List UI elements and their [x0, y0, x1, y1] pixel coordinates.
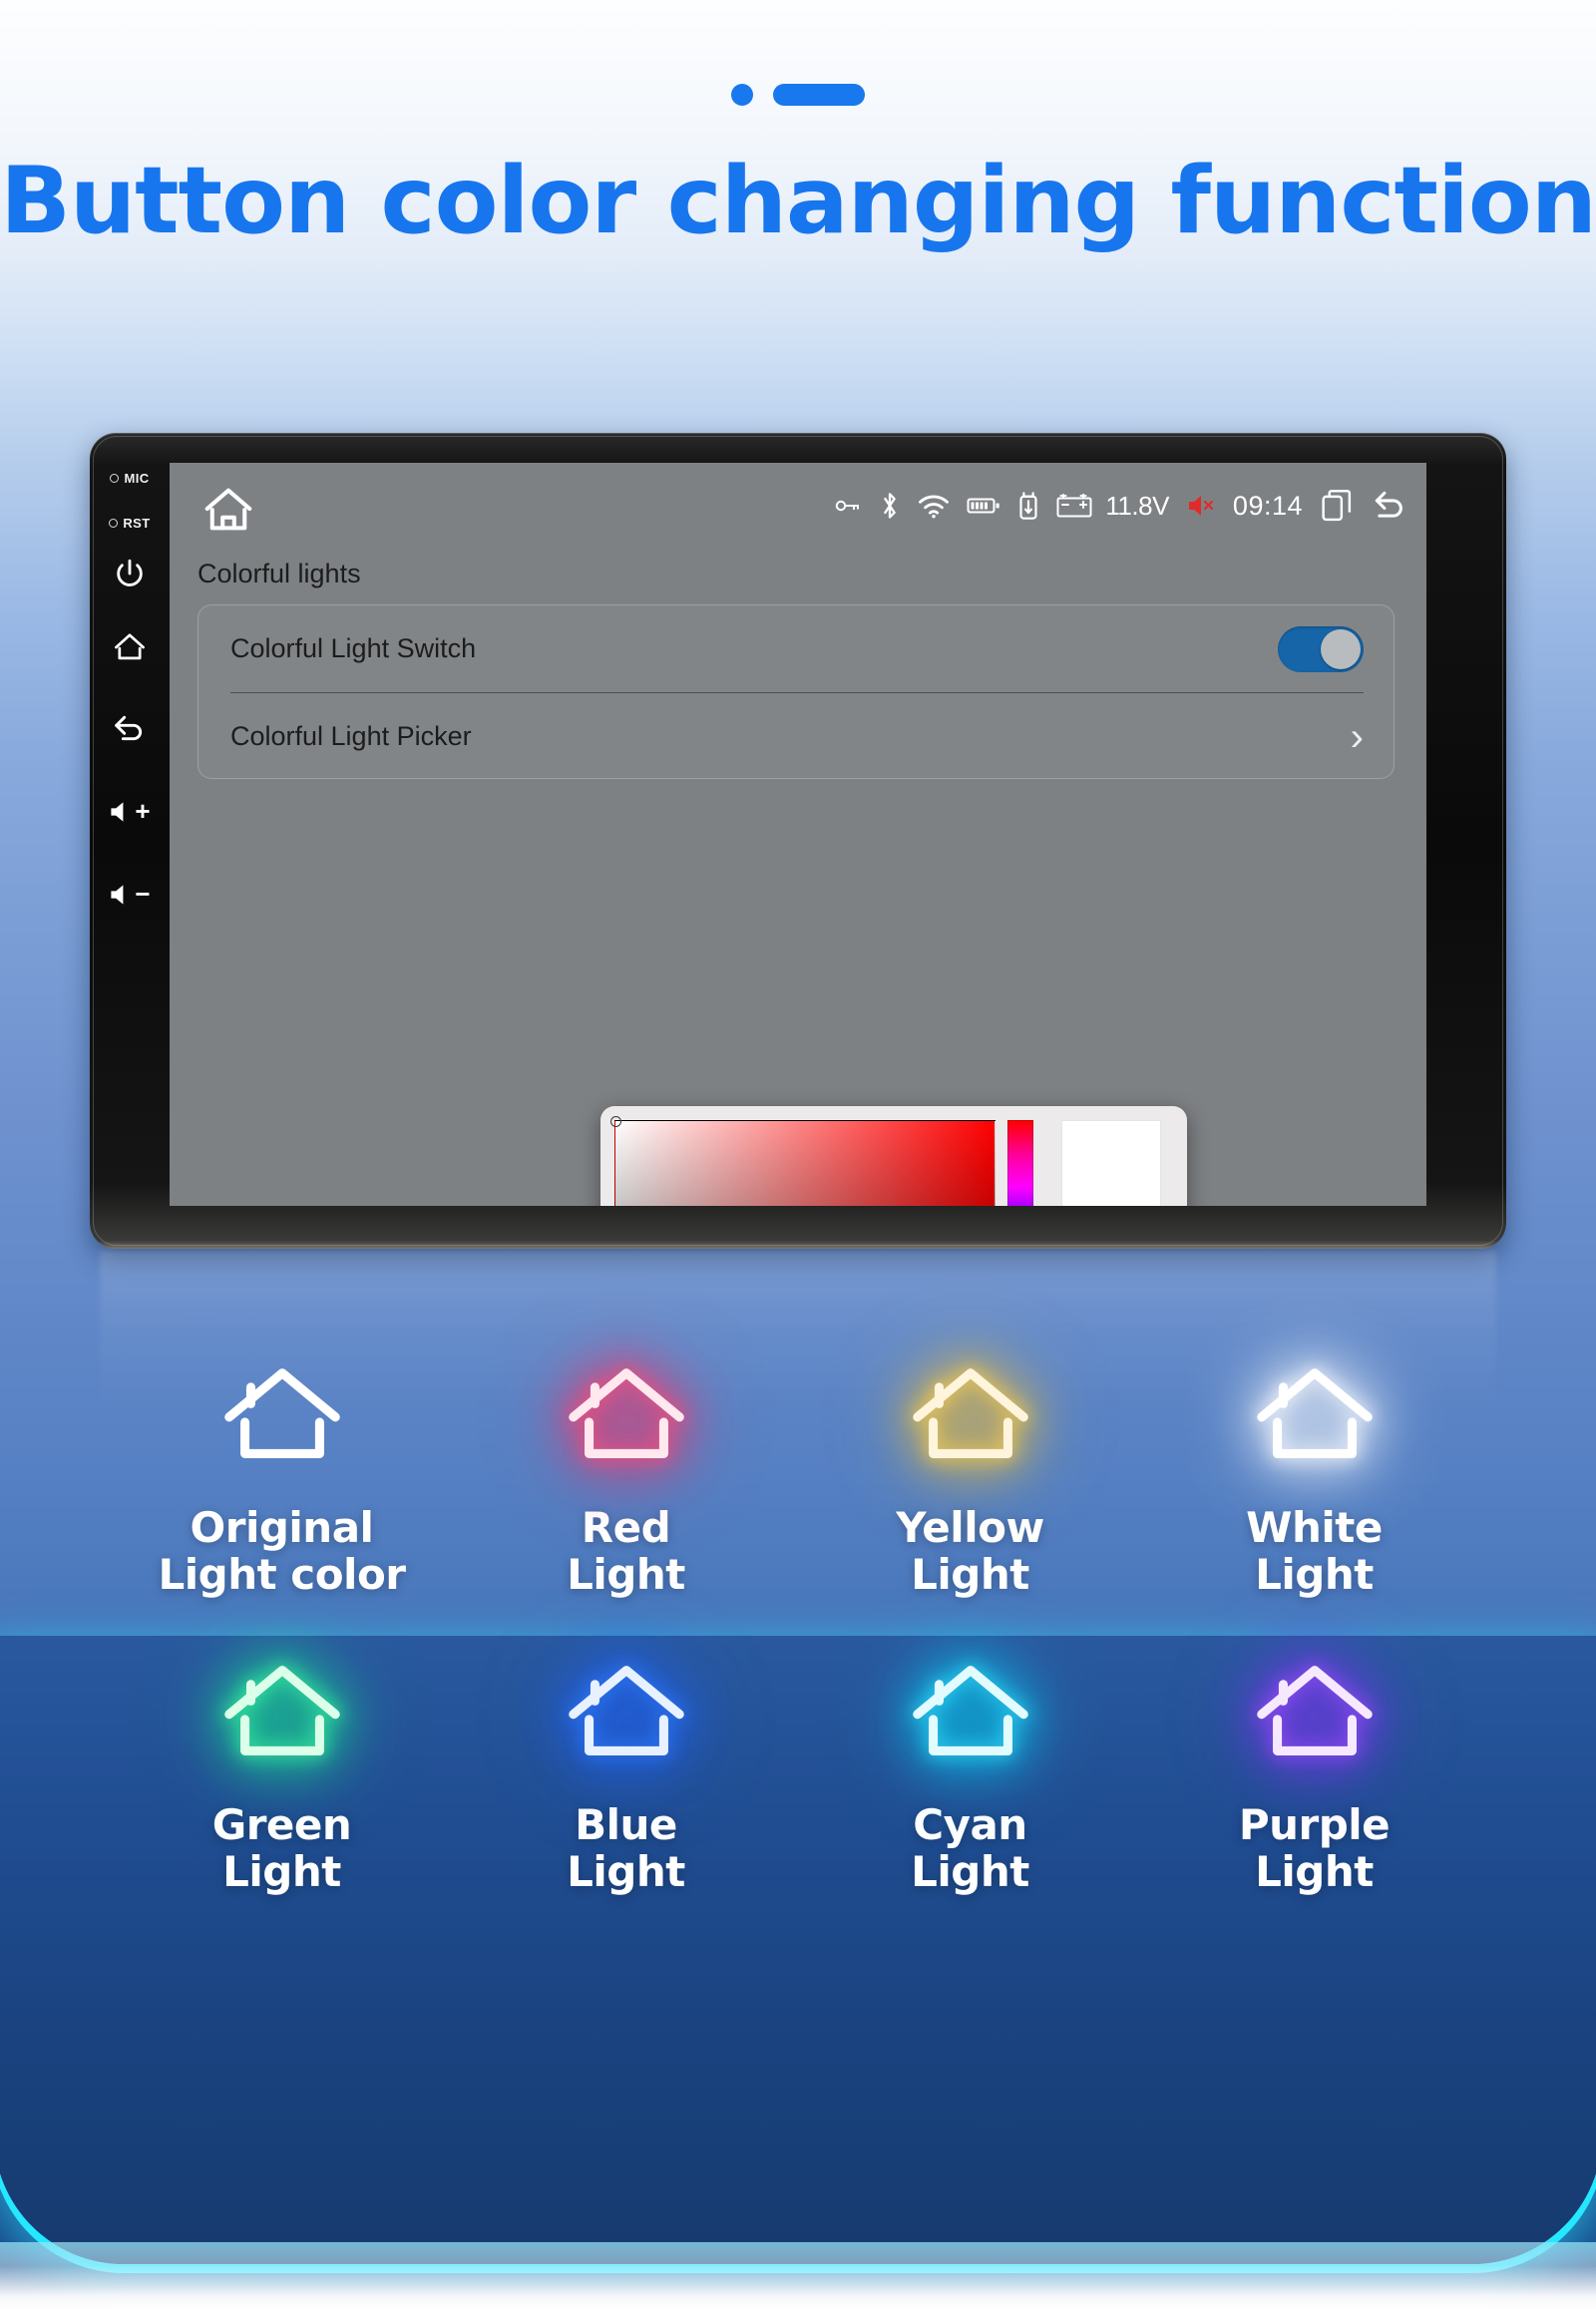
- label-line1: Purple: [1238, 1800, 1391, 1850]
- bottom-fade: [0, 2242, 1596, 2309]
- label-line1: Green: [211, 1800, 352, 1850]
- toggle-knob: [1321, 628, 1361, 669]
- label-line2: Light: [911, 1847, 1029, 1897]
- volume-up-icon: +: [109, 796, 151, 827]
- back-button[interactable]: [90, 712, 170, 744]
- usb-icon: [1017, 491, 1039, 521]
- label-line1: Cyan: [913, 1800, 1027, 1850]
- key-icon: [834, 496, 862, 516]
- power-icon: [117, 559, 143, 586]
- light-option-label: Green Light: [212, 1801, 352, 1895]
- battery-icon: [967, 496, 1000, 516]
- status-bar: 11.8V 09:14: [170, 463, 1426, 549]
- label-line1: Blue: [575, 1800, 677, 1850]
- label-line2: Light: [911, 1550, 1029, 1600]
- light-option-yellow[interactable]: Yellow Light: [798, 1356, 1142, 1598]
- volume-up-button[interactable]: +: [90, 796, 170, 827]
- light-option-red[interactable]: Red Light: [454, 1356, 798, 1598]
- light-option-label: Blue Light: [567, 1801, 685, 1895]
- color-preview-swatch: [1061, 1120, 1161, 1206]
- home-icon: [204, 488, 252, 531]
- label-line2: Light: [567, 1847, 685, 1897]
- mic-indicator: MIC: [110, 471, 149, 486]
- label-line2: Light: [222, 1847, 341, 1897]
- light-option-label: Purple Light: [1238, 1800, 1391, 1897]
- light-option-cyan[interactable]: Cyan Light: [798, 1654, 1142, 1895]
- clock: 09:14: [1232, 490, 1303, 521]
- status-bar-icons: 11.8V 09:14: [834, 463, 1408, 549]
- app-home-button[interactable]: [200, 483, 257, 541]
- house-icon-red: [552, 1356, 701, 1476]
- reset-led-icon: [109, 519, 119, 528]
- sv-cursor-handle[interactable]: [610, 1116, 621, 1127]
- volume-down-icon: −: [109, 879, 151, 910]
- house-icon-original: [207, 1356, 357, 1476]
- label-line2: Light: [567, 1550, 685, 1600]
- home-icon: [115, 633, 145, 660]
- reset-indicator[interactable]: RST: [109, 516, 150, 531]
- bluetooth-icon: [879, 491, 901, 521]
- light-option-green[interactable]: Green Light: [110, 1654, 454, 1895]
- hue-slider[interactable]: [1007, 1120, 1034, 1206]
- light-option-label: Yellow Light: [896, 1504, 1044, 1598]
- label-line1: Red: [581, 1503, 671, 1552]
- section-title: Colorful lights: [198, 559, 361, 588]
- light-color-grid: Original Light color Red Light Yellow Li…: [110, 1356, 1486, 1895]
- recent-apps-icon[interactable]: [1320, 489, 1354, 523]
- house-icon-white: [1240, 1356, 1390, 1476]
- settings-row-light-switch[interactable]: Colorful Light Switch: [199, 605, 1396, 692]
- light-option-label: Original Light color: [158, 1503, 406, 1600]
- colorful-light-switch-toggle[interactable]: [1278, 625, 1364, 672]
- back-arrow-icon[interactable]: [1371, 489, 1408, 523]
- light-option-original[interactable]: Original Light color: [110, 1356, 454, 1598]
- car-battery-icon: [1056, 494, 1092, 518]
- battery-voltage: 11.8V: [1105, 490, 1169, 521]
- mic-led-icon: [110, 474, 120, 483]
- dialog-right-panel: # FFFFFF Confirm Cancel: [1051, 1120, 1171, 1206]
- light-option-white[interactable]: White Light: [1142, 1356, 1486, 1598]
- light-option-purple[interactable]: Purple Light: [1142, 1654, 1486, 1895]
- home-button[interactable]: [90, 630, 170, 664]
- pill-indicator-icon: [773, 84, 865, 106]
- label-line2: Light color: [158, 1550, 406, 1600]
- page-title: Button color changing function: [0, 147, 1596, 254]
- device-left-bezel: MIC RST + −: [90, 433, 170, 1249]
- header-decoration: [0, 82, 1596, 108]
- settings-card: Colorful Light Switch Colorful Light Pic…: [198, 604, 1395, 779]
- car-head-unit-device: MIC RST + − 11.8V 09:14 Colorful lights …: [90, 433, 1506, 1249]
- row-label: Colorful Light Switch: [230, 633, 477, 663]
- house-icon-yellow: [896, 1356, 1045, 1476]
- device-screen: 11.8V 09:14 Colorful lights Colorful Lig…: [170, 463, 1426, 1206]
- settings-row-light-picker[interactable]: Colorful Light Picker ›: [199, 693, 1396, 780]
- house-icon-purple: [1240, 1654, 1390, 1773]
- label-line2: Light: [1255, 1550, 1374, 1600]
- reset-label: RST: [123, 516, 151, 531]
- label-line1: White: [1246, 1503, 1383, 1552]
- volume-mute-icon[interactable]: [1186, 493, 1216, 519]
- row-label: Colorful Light Picker: [230, 721, 472, 751]
- light-option-label: White Light: [1246, 1504, 1383, 1598]
- light-option-label: Cyan Light: [911, 1801, 1029, 1895]
- color-picker-dialog[interactable]: # FFFFFF Confirm Cancel: [600, 1106, 1187, 1206]
- back-arrow-icon: [115, 715, 143, 741]
- house-icon-green: [207, 1654, 357, 1773]
- volume-down-button[interactable]: −: [90, 879, 170, 910]
- hue-slider-column: [996, 1120, 1035, 1206]
- saturation-value-area[interactable]: [610, 1116, 997, 1206]
- label-line1: Original: [190, 1503, 374, 1552]
- house-icon-cyan: [896, 1654, 1045, 1773]
- volume-down-label: −: [135, 879, 151, 909]
- label-line2: Light: [1255, 1847, 1374, 1897]
- light-option-blue[interactable]: Blue Light: [454, 1654, 798, 1895]
- label-line1: Yellow: [896, 1503, 1044, 1552]
- chevron-right-icon: ›: [1350, 714, 1364, 759]
- mic-label: MIC: [124, 471, 150, 486]
- wifi-icon: [918, 493, 950, 519]
- volume-up-label: +: [135, 796, 151, 826]
- light-option-label: Red Light: [567, 1504, 685, 1598]
- dot-indicator-icon: [731, 84, 753, 106]
- house-icon-blue: [552, 1654, 701, 1773]
- power-button[interactable]: [90, 557, 170, 590]
